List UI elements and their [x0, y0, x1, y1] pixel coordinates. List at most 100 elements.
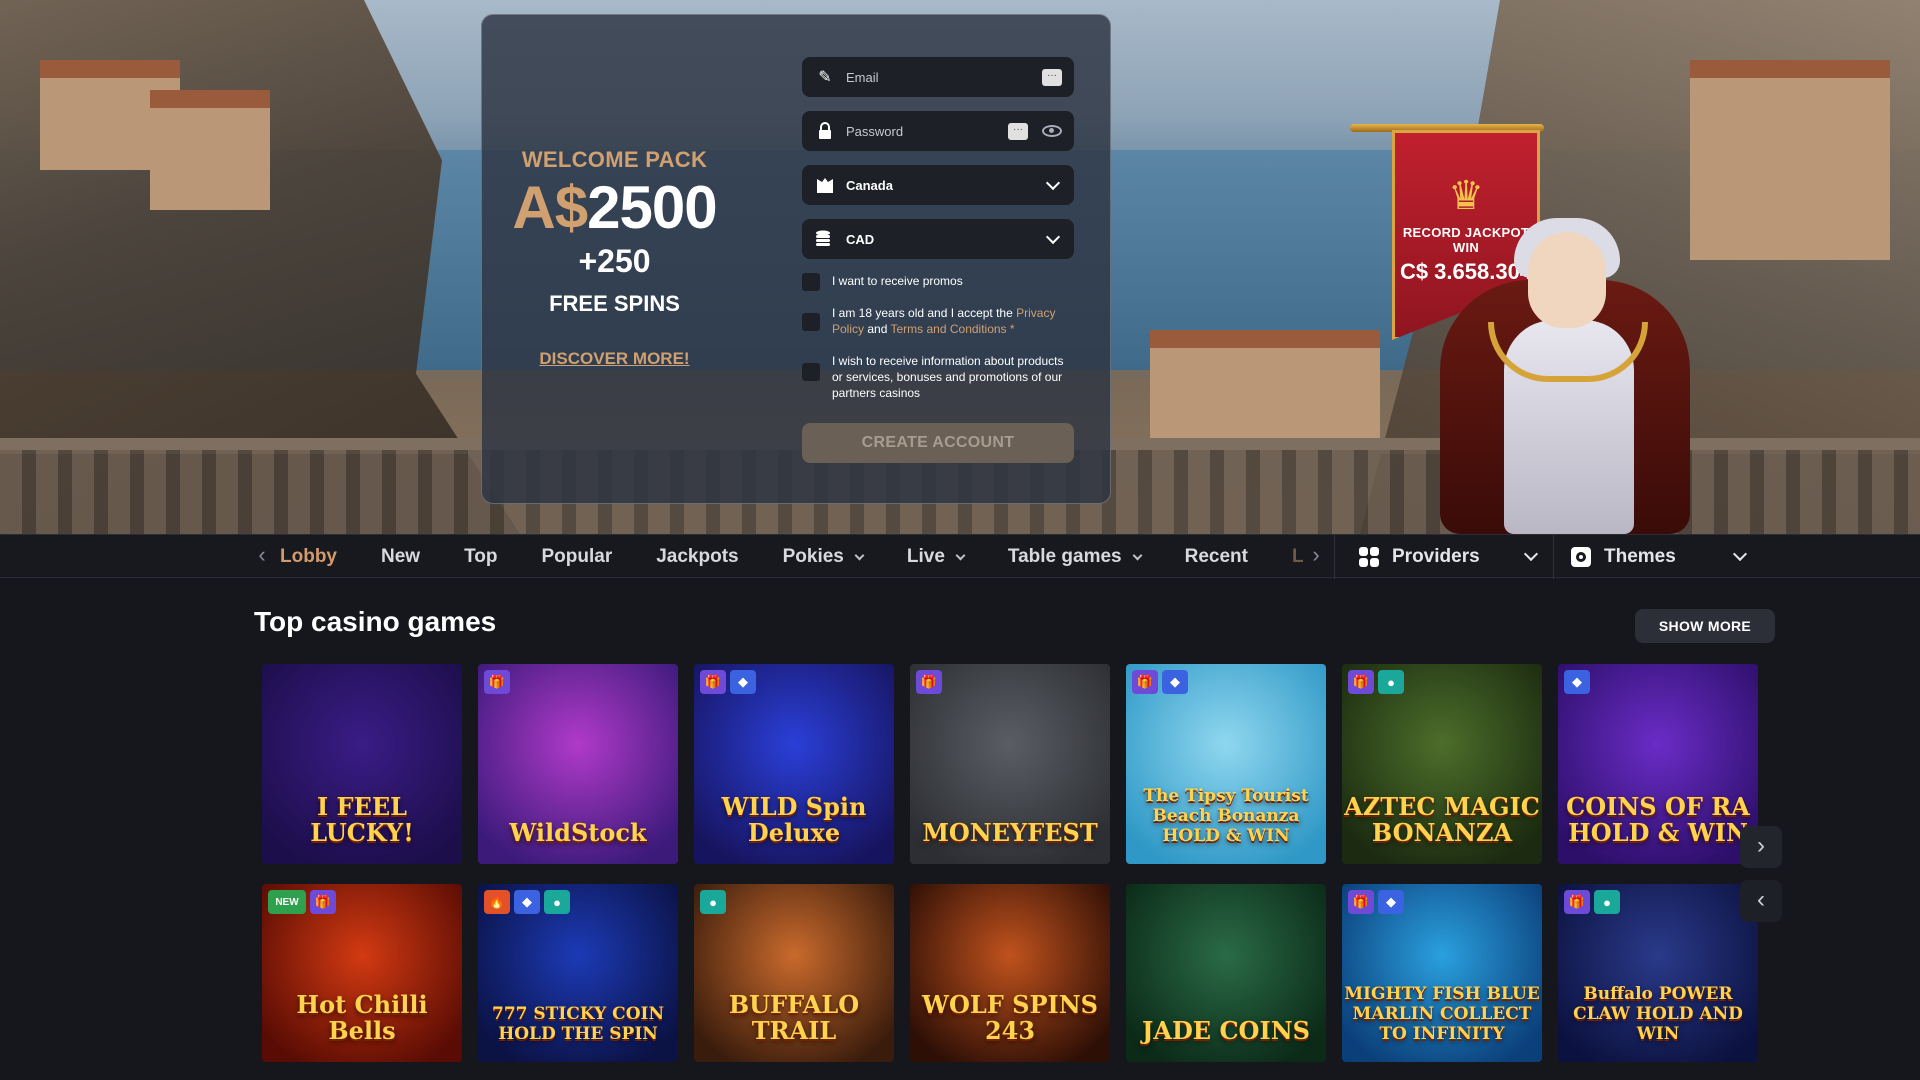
themes-label: Themes: [1604, 546, 1676, 567]
game-tile[interactable]: Hot Chilli Bells NEW 🎁: [262, 884, 462, 1062]
promo-amount: A$2500: [482, 173, 747, 242]
promo-value: 2500: [587, 174, 717, 241]
game-badges: 🔥 ◆ ●: [484, 890, 574, 914]
discover-more-link[interactable]: DISCOVER MORE!: [482, 349, 747, 369]
diamond-icon: ◆: [1378, 890, 1404, 914]
email-field[interactable]: ✎ Email ···: [802, 57, 1074, 97]
hero-house: [150, 90, 270, 210]
chevron-right-icon[interactable]: ›: [1306, 544, 1326, 566]
game-tile[interactable]: Buffalo POWER CLAW HOLD AND WIN 🎁 ●: [1558, 884, 1758, 1062]
tab-live[interactable]: Live: [907, 546, 966, 568]
terms-link[interactable]: Terms and Conditions: [891, 322, 1007, 336]
chevron-down-icon: [1523, 546, 1539, 562]
pen-icon: ✎: [818, 69, 832, 86]
game-badges: 🎁 ●: [1348, 670, 1408, 694]
currency-select[interactable]: CAD: [802, 219, 1074, 259]
terms-checkbox-row[interactable]: I am 18 years old and I accept the Priva…: [802, 305, 1074, 337]
category-nav: ‹ Lobby New Top Popular Jackpots Pokies Live Ta…: [0, 534, 1920, 579]
game-tile[interactable]: BUFFALO TRAIL ●: [694, 884, 894, 1062]
game-title: WildStock: [509, 818, 647, 847]
diamond-icon: ◆: [1162, 670, 1188, 694]
themes-dropdown[interactable]: Themes: [1570, 535, 1748, 579]
password-field[interactable]: Password ···: [802, 111, 1074, 151]
show-password-icon[interactable]: [1042, 125, 1062, 137]
tab-lobby[interactable]: Lobby: [280, 546, 337, 568]
game-title: WOLF SPINS 243: [921, 990, 1098, 1045]
country-select[interactable]: Canada: [802, 165, 1074, 205]
prev-games-button[interactable]: ‹: [1740, 880, 1782, 922]
terms-label: I am 18 years old and I accept the Priva…: [832, 305, 1074, 337]
diamond-icon: ◆: [1564, 670, 1590, 694]
gift-icon: 🎁: [310, 890, 336, 914]
chevron-down-icon: [1732, 546, 1748, 562]
terms-prefix: I am 18 years old and I accept the: [832, 306, 1017, 320]
tab-label: Jackpots: [656, 546, 739, 567]
game-tile[interactable]: WILD Spin Deluxe 🎁 ◆: [694, 664, 894, 864]
password-manager-icon[interactable]: ···: [1042, 68, 1062, 86]
gift-icon: 🎁: [1348, 890, 1374, 914]
gift-icon: 🎁: [484, 670, 510, 694]
nav-divider: [1553, 535, 1554, 579]
game-tile[interactable]: MIGHTY FISH BLUE MARLIN COLLECT TO INFIN…: [1342, 884, 1542, 1062]
bulb-icon: ●: [544, 890, 570, 914]
hero-house: [1690, 60, 1890, 260]
diamond-icon: ◆: [514, 890, 540, 914]
king-mascot: [1440, 210, 1690, 534]
tab-popular[interactable]: Popular: [542, 546, 613, 568]
game-tile[interactable]: AZTEC MAGIC BONANZA 🎁 ●: [1342, 664, 1542, 864]
signup-panel: WELCOME PACK A$2500 +250 FREE SPINS DISC…: [481, 14, 1111, 504]
game-title: AZTEC MAGIC BONANZA: [1344, 792, 1540, 847]
promo-title: WELCOME PACK: [521, 147, 708, 172]
promos-checkbox[interactable]: [802, 273, 820, 291]
partners-checkbox[interactable]: [802, 363, 820, 381]
tab-new[interactable]: New: [381, 546, 420, 568]
tab-pokies[interactable]: Pokies: [783, 546, 865, 568]
king-head: [1528, 232, 1606, 328]
chevron-down-icon: [955, 550, 966, 560]
game-tile[interactable]: JADE COINS: [1126, 884, 1326, 1062]
bulb-icon: ●: [1378, 670, 1404, 694]
promo-free-spins: FREE SPINS: [549, 291, 680, 316]
gift-icon: 🎁: [916, 670, 942, 694]
game-tile[interactable]: I FEEL LUCKY!: [262, 664, 462, 864]
tab-label: Table games: [1007, 546, 1122, 567]
chevron-left-icon[interactable]: ‹: [252, 544, 272, 566]
game-title: Hot Chilli Bells: [296, 990, 428, 1045]
country-value: Canada: [846, 177, 893, 193]
bulb-icon: ●: [700, 890, 726, 914]
theme-icon: [1570, 546, 1592, 568]
game-tile[interactable]: COINS OF RA HOLD & WIN ◆: [1558, 664, 1758, 864]
game-tile[interactable]: MONEYFEST 🎁: [910, 664, 1110, 864]
game-title: WILD Spin Deluxe: [721, 792, 867, 847]
password-placeholder: Password: [846, 123, 904, 139]
tab-label: New: [381, 546, 421, 567]
tab-table-games[interactable]: Table games: [1007, 546, 1143, 568]
diamond-icon: ◆: [730, 670, 756, 694]
promo-currency: A$: [512, 174, 588, 241]
partners-checkbox-row[interactable]: I wish to receive information about prod…: [802, 353, 1074, 401]
terms-checkbox[interactable]: [802, 313, 820, 331]
chevron-down-icon: [1045, 175, 1061, 191]
game-tile[interactable]: The Tipsy Tourist Beach Bonanza HOLD & W…: [1126, 664, 1326, 864]
tab-jackpots[interactable]: Jackpots: [656, 546, 738, 568]
tab-recent[interactable]: Recent: [1185, 546, 1248, 568]
create-account-button[interactable]: CREATE ACCOUNT: [802, 423, 1074, 463]
section-title: Top casino games: [254, 606, 497, 637]
game-badges: ◆: [1564, 670, 1594, 694]
game-title: The Tipsy Tourist Beach Bonanza HOLD & W…: [1143, 786, 1309, 846]
password-manager-icon[interactable]: ···: [1008, 122, 1028, 140]
tab-label: Popular: [541, 546, 613, 567]
game-tile[interactable]: 777 STICKY COIN HOLD THE SPIN 🔥 ◆ ●: [478, 884, 678, 1062]
tab-lob[interactable]: Lob: [1292, 546, 1304, 568]
game-tile[interactable]: WildStock 🎁: [478, 664, 678, 864]
game-badges: 🎁 ◆: [700, 670, 760, 694]
game-title: MONEYFEST: [922, 818, 1098, 847]
game-title: JADE COINS: [1142, 1016, 1310, 1045]
next-games-button[interactable]: ›: [1740, 826, 1782, 868]
game-title: Buffalo POWER CLAW HOLD AND WIN: [1573, 984, 1743, 1044]
game-tile[interactable]: WOLF SPINS 243: [910, 884, 1110, 1062]
promos-checkbox-row[interactable]: I want to receive promos: [802, 273, 1074, 291]
tab-top[interactable]: Top: [464, 546, 497, 568]
providers-dropdown[interactable]: Providers: [1358, 535, 1539, 579]
show-more-button[interactable]: SHOW MORE: [1635, 609, 1775, 643]
